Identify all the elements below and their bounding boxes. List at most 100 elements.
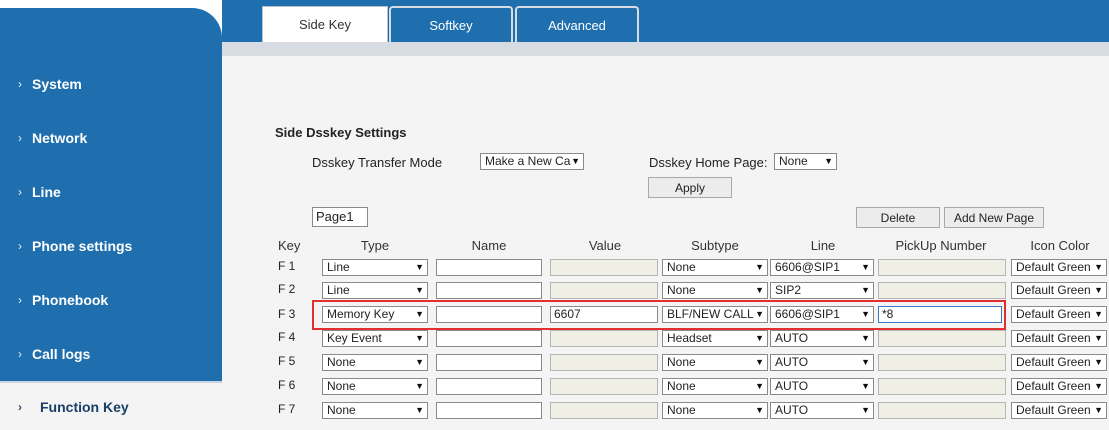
home-page-label: Dsskey Home Page: xyxy=(649,155,768,170)
row-key-label: F 2 xyxy=(278,282,296,296)
chevron-right-icon: › xyxy=(18,293,22,307)
transfer-mode-select[interactable]: Make a New Ca xyxy=(480,153,584,170)
line-select[interactable]: SIP2 xyxy=(770,282,874,299)
header-subtype: Subtype xyxy=(691,238,739,253)
row-key-label: F 1 xyxy=(278,259,296,273)
value-input xyxy=(550,259,658,276)
sidebar-item-system[interactable]: › System xyxy=(0,57,222,111)
icon-color-select[interactable]: Default Green xyxy=(1011,354,1107,371)
header-pickup-number: PickUp Number xyxy=(895,238,987,253)
line-select[interactable]: AUTO xyxy=(770,354,874,371)
page-indicator: Page1 xyxy=(312,207,368,227)
pickup-number-input xyxy=(878,259,1006,276)
delete-page-button[interactable]: Delete xyxy=(856,207,940,228)
value-input xyxy=(550,354,658,371)
home-page-select[interactable]: None xyxy=(774,153,837,170)
type-select[interactable]: Key Event xyxy=(322,330,428,347)
name-input[interactable] xyxy=(436,378,542,395)
line-select[interactable]: AUTO xyxy=(770,330,874,347)
subtype-select[interactable]: None xyxy=(662,378,768,395)
sidebar-item-call-logs[interactable]: › Call logs xyxy=(0,327,222,381)
tab-bar-underline xyxy=(222,42,1109,56)
sidebar-item-label: Call logs xyxy=(32,346,91,362)
row-key-label: F 7 xyxy=(278,402,296,416)
pickup-number-input xyxy=(878,330,1006,347)
name-input[interactable] xyxy=(436,259,542,276)
sidebar-item-label: Line xyxy=(32,184,61,200)
tab-softkey[interactable]: Softkey xyxy=(389,6,513,42)
value-input xyxy=(550,402,658,419)
tab-side-key[interactable]: Side Key xyxy=(262,6,388,42)
value-input xyxy=(550,282,658,299)
name-input[interactable] xyxy=(436,306,542,323)
line-select[interactable]: AUTO xyxy=(770,378,874,395)
section-title: Side Dsskey Settings xyxy=(275,125,407,140)
value-input[interactable]: 6607 xyxy=(550,306,658,323)
add-new-page-button[interactable]: Add New Page xyxy=(944,207,1044,228)
subtype-select[interactable]: Headset xyxy=(662,330,768,347)
apply-button[interactable]: Apply xyxy=(648,177,732,198)
content-panel: Side Dsskey Settings Dsskey Transfer Mod… xyxy=(222,56,1109,430)
transfer-mode-label: Dsskey Transfer Mode xyxy=(312,155,443,170)
header-type: Type xyxy=(360,238,390,253)
pickup-number-input[interactable]: *8 xyxy=(878,306,1002,323)
sidebar-top-curve xyxy=(0,8,222,48)
icon-color-select[interactable]: Default Green xyxy=(1011,282,1107,299)
type-select[interactable]: None xyxy=(322,402,428,419)
chevron-right-icon: › xyxy=(18,399,22,414)
pickup-number-input xyxy=(878,378,1006,395)
icon-color-select[interactable]: Default Green xyxy=(1011,402,1107,419)
tab-label: Side Key xyxy=(298,17,352,32)
line-select[interactable]: 6606@SIP1 xyxy=(770,259,874,276)
header-value: Value xyxy=(588,238,622,253)
sidebar-item-phone-settings[interactable]: › Phone settings xyxy=(0,219,222,273)
subtype-select[interactable]: None xyxy=(662,282,768,299)
value-input xyxy=(550,330,658,347)
chevron-right-icon: › xyxy=(18,77,22,91)
header-name: Name xyxy=(471,238,507,253)
subtype-select[interactable]: None xyxy=(662,402,768,419)
row-key-label: F 6 xyxy=(278,378,296,392)
pickup-number-input xyxy=(878,402,1006,419)
icon-color-select[interactable]: Default Green xyxy=(1011,330,1107,347)
icon-color-select[interactable]: Default Green xyxy=(1011,306,1107,323)
row-key-label: F 4 xyxy=(278,330,296,344)
pickup-number-input xyxy=(878,354,1006,371)
name-input[interactable] xyxy=(436,282,542,299)
sidebar-item-line[interactable]: › Line xyxy=(0,165,222,219)
name-input[interactable] xyxy=(436,354,542,371)
subtype-select[interactable]: BLF/NEW CALL xyxy=(662,306,768,323)
chevron-right-icon: › xyxy=(18,131,22,145)
value-input xyxy=(550,378,658,395)
type-select[interactable]: Line xyxy=(322,259,428,276)
pickup-number-input xyxy=(878,282,1006,299)
sidebar-item-label: Phonebook xyxy=(32,292,109,308)
line-select[interactable]: AUTO xyxy=(770,402,874,419)
subtype-select[interactable]: None xyxy=(662,354,768,371)
tab-advanced[interactable]: Advanced xyxy=(515,6,639,42)
row-key-label: F 5 xyxy=(278,354,296,368)
sidebar-item-label: Network xyxy=(32,130,88,146)
sidebar-item-label: Phone settings xyxy=(32,238,133,254)
sidebar-item-network[interactable]: › Network xyxy=(0,111,222,165)
type-select[interactable]: None xyxy=(322,378,428,395)
header-icon-color: Icon Color xyxy=(1030,238,1090,253)
sidebar-item-phonebook[interactable]: › Phonebook xyxy=(0,273,222,327)
icon-color-select[interactable]: Default Green xyxy=(1011,259,1107,276)
header-line: Line xyxy=(810,238,836,253)
header-key: Key xyxy=(278,238,301,253)
icon-color-select[interactable]: Default Green xyxy=(1011,378,1107,395)
subtype-select[interactable]: None xyxy=(662,259,768,276)
tab-label: Softkey xyxy=(429,17,473,33)
line-select[interactable]: 6606@SIP1 xyxy=(770,306,874,323)
name-input[interactable] xyxy=(436,330,542,347)
tab-label: Advanced xyxy=(548,17,606,33)
name-input[interactable] xyxy=(436,402,542,419)
chevron-right-icon: › xyxy=(18,239,22,253)
type-select[interactable]: Line xyxy=(322,282,428,299)
type-select[interactable]: Memory Key xyxy=(322,306,428,323)
sidebar-item-function-key[interactable]: › Function Key xyxy=(0,381,222,430)
type-select[interactable]: None xyxy=(322,354,428,371)
sidebar-item-label: System xyxy=(32,76,82,92)
sidebar-item-label: Function Key xyxy=(40,398,129,415)
